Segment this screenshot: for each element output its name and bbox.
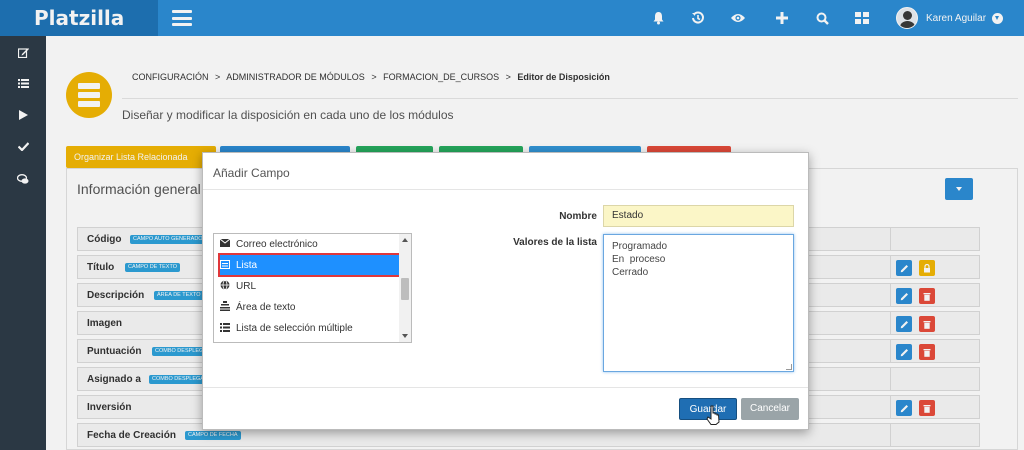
field-type-label: Correo electrónico <box>236 238 318 250</box>
resize-handle[interactable] <box>786 364 792 370</box>
field-type-option-selected[interactable]: Lista <box>218 253 402 277</box>
nombre-label: Nombre <box>559 211 597 222</box>
scroll-up-icon[interactable] <box>402 238 408 242</box>
nombre-input[interactable]: Estado <box>603 205 794 227</box>
list-box-icon <box>220 259 230 271</box>
listbox-scrollbar[interactable] <box>399 234 411 342</box>
field-type-list[interactable]: Correo electrónico Lista URL Área de tex… <box>213 233 412 343</box>
add-field-modal: Añadir Campo Correo electrónico Lista UR… <box>202 152 809 430</box>
cancel-button[interactable]: Cancelar <box>741 398 799 420</box>
divider <box>203 387 808 388</box>
field-type-option[interactable]: URL <box>220 276 400 296</box>
field-type-label: URL <box>236 280 257 292</box>
scrollbar-thumb[interactable] <box>401 278 409 300</box>
field-type-option[interactable]: Área de texto <box>220 297 400 317</box>
field-type-label: Lista de selección múltiple <box>236 322 353 334</box>
list-icon <box>220 322 230 334</box>
hand-cursor-icon <box>706 405 720 425</box>
valores-textarea[interactable]: Programado En proceso Cerrado <box>603 234 794 372</box>
scroll-down-icon[interactable] <box>402 334 408 338</box>
envelope-icon <box>219 238 231 249</box>
text-area-icon <box>220 301 230 313</box>
field-type-option[interactable]: Lista de selección múltiple <box>220 318 400 338</box>
field-type-label: Área de texto <box>236 301 296 313</box>
globe-icon <box>220 280 230 292</box>
field-type-label: Lista <box>236 259 258 271</box>
field-type-option[interactable]: Correo electrónico <box>219 234 400 254</box>
modal-title: Añadir Campo <box>213 166 290 180</box>
valores-text: Programado En proceso Cerrado <box>612 241 668 278</box>
valores-label: Valores de la lista <box>513 237 597 248</box>
divider <box>203 189 808 190</box>
